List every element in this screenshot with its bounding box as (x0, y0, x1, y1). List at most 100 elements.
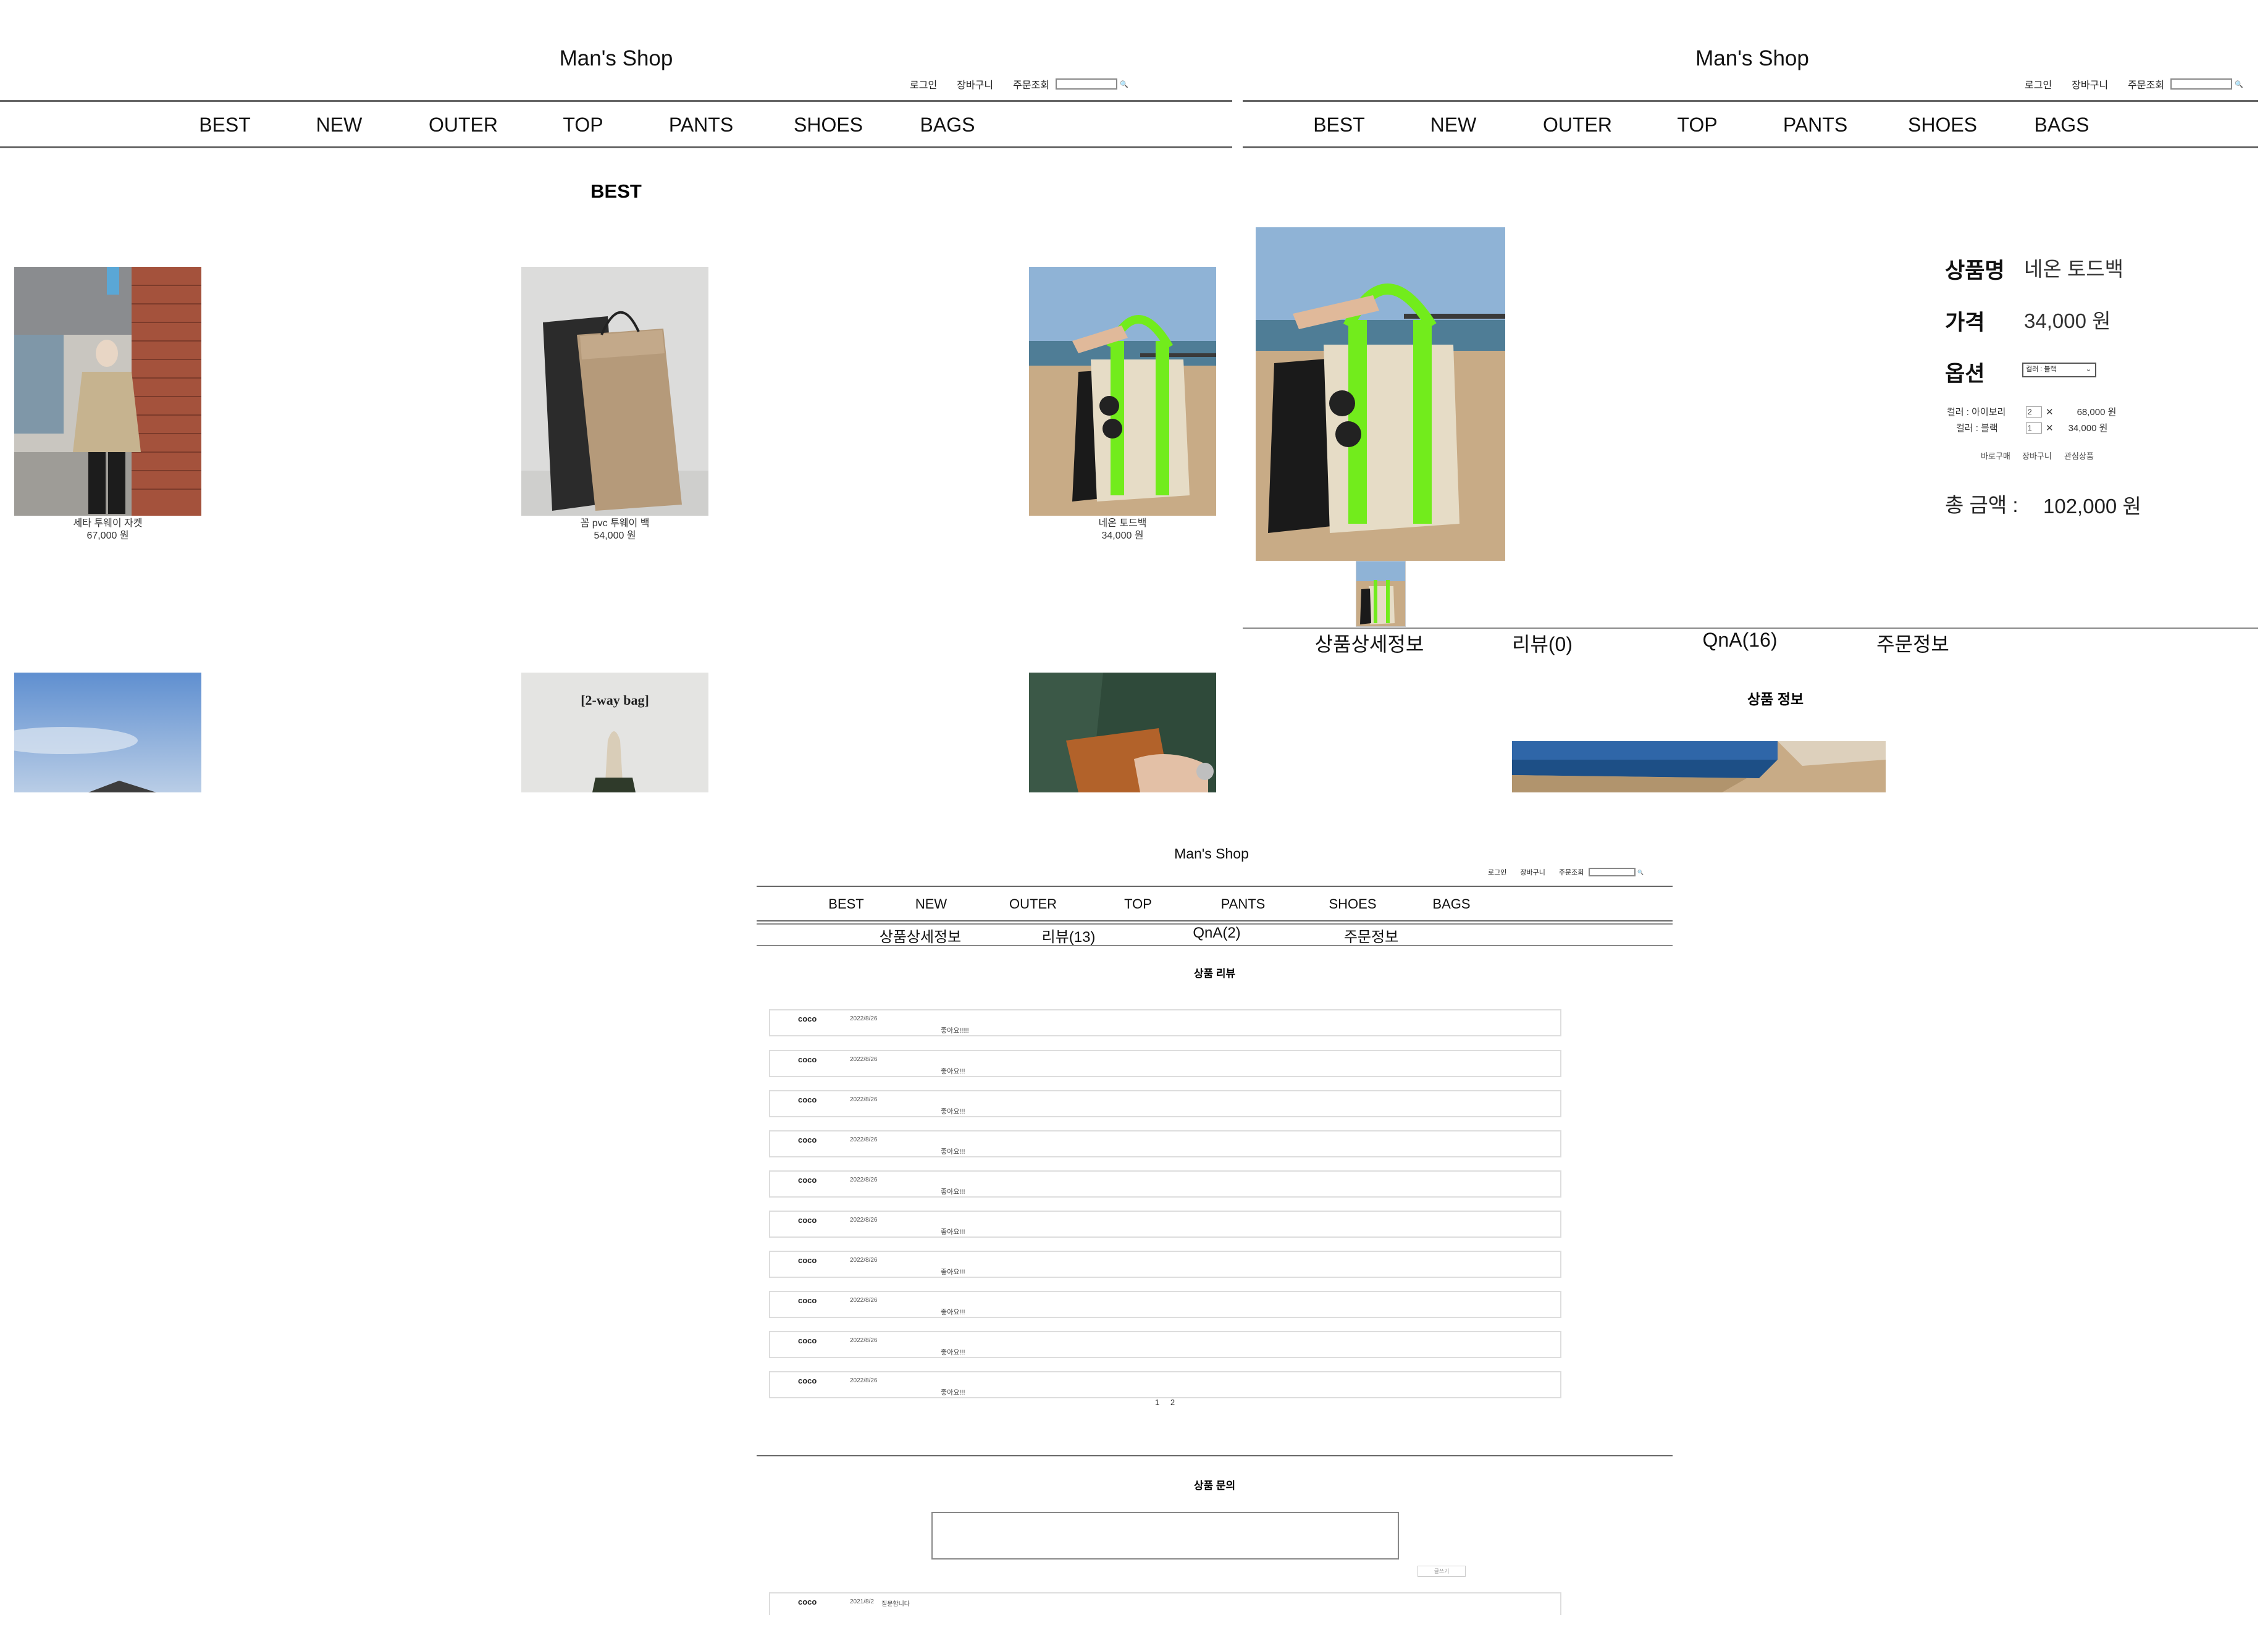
wishlist-button[interactable]: 관심상품 (2064, 450, 2094, 461)
review-user: coco (798, 1336, 817, 1345)
main-nav: BEST NEW OUTER TOP PANTS SHOES BAGS (812, 896, 1492, 912)
review-text[interactable]: 좋아요!!! (941, 1227, 965, 1236)
section-title-best: BEST (590, 180, 642, 202)
util-bar: 로그인 장바구니 주문조회 🔍 (1488, 867, 1644, 877)
nav-new[interactable]: NEW (880, 896, 982, 912)
nav-bottom-divider (0, 146, 1232, 148)
search-icon[interactable]: 🔍 (1637, 870, 1644, 875)
product-image-leather[interactable] (1029, 673, 1216, 792)
tab-qna[interactable]: QnA(2) (1155, 925, 1279, 946)
nav-bags[interactable]: BAGS (2012, 114, 2111, 136)
cart-link[interactable]: 장바구니 (1520, 867, 1545, 877)
cart-link[interactable]: 장바구니 (2072, 77, 2108, 91)
review-text[interactable]: 좋아요!!! (941, 1387, 965, 1397)
remove-option-icon[interactable]: ✕ (2046, 406, 2054, 418)
nav-pants[interactable]: PANTS (644, 114, 758, 136)
qna-text[interactable]: 질문합니다 (881, 1598, 910, 1608)
review-text[interactable]: 좋아요!!! (941, 1307, 965, 1317)
nav-outer[interactable]: OUTER (982, 896, 1084, 912)
nav-best[interactable]: BEST (812, 896, 880, 912)
selected-option-price: 68,000 원 (2077, 407, 2117, 418)
buy-now-button[interactable]: 바로구매 (1981, 450, 2010, 461)
search-icon[interactable]: 🔍 (2235, 80, 2243, 88)
brand-logo[interactable]: Man's Shop (1243, 46, 2268, 71)
nav-shoes[interactable]: SHOES (1873, 114, 2012, 136)
nav-outer[interactable]: OUTER (404, 114, 523, 136)
brand-logo[interactable]: Man's Shop (757, 846, 1673, 862)
login-link[interactable]: 로그인 (2025, 77, 2052, 91)
review-text[interactable]: 좋아요!!! (941, 1066, 965, 1076)
page-link-1[interactable]: 1 (1155, 1398, 1159, 1407)
search-icon[interactable]: 🔍 (1120, 80, 1128, 88)
product-image-jacket[interactable] (14, 267, 201, 516)
product-image-sky[interactable] (14, 673, 201, 792)
review-text[interactable]: 좋아요!!! (941, 1186, 965, 1196)
quantity-stepper[interactable]: 2 (2026, 406, 2042, 418)
tab-reviews[interactable]: 리뷰(0) (1447, 629, 1638, 657)
product-main-image (1256, 227, 1505, 561)
nav-top[interactable]: TOP (523, 114, 644, 136)
total-label: 총 금액 : (1945, 493, 2018, 516)
review-text[interactable]: 좋아요!!! (941, 1106, 965, 1116)
review-row: coco 2022/8/26 좋아요!!! (769, 1050, 1561, 1077)
selected-option-label: 컬러 : 아이보리 (1947, 407, 2006, 418)
review-row: coco 2022/8/26 좋아요!!!!! (769, 1009, 1561, 1036)
product-name[interactable]: 세타 투웨이 자켓 (14, 518, 201, 530)
page-link-2[interactable]: 2 (1170, 1398, 1175, 1407)
order-lookup-link[interactable]: 주문조회 (1013, 77, 1049, 91)
nav-pants[interactable]: PANTS (1758, 114, 1873, 136)
tab-qna[interactable]: QnA(16) (1638, 629, 1842, 657)
nav-new[interactable]: NEW (1388, 114, 1518, 136)
option-select[interactable]: 컬러 : 블랙 ⌄ (2022, 363, 2096, 377)
nav-best[interactable]: BEST (1290, 114, 1388, 136)
review-text[interactable]: 좋아요!!! (941, 1146, 965, 1156)
review-text[interactable]: 좋아요!!! (941, 1347, 965, 1357)
nav-best[interactable]: BEST (175, 114, 274, 136)
search-input[interactable] (2170, 78, 2232, 90)
nav-top[interactable]: TOP (1637, 114, 1758, 136)
remove-option-icon[interactable]: ✕ (2046, 422, 2054, 434)
cart-link[interactable]: 장바구니 (957, 77, 993, 91)
review-date: 2022/8/26 (850, 1136, 878, 1143)
add-to-cart-button[interactable]: 장바구니 (2022, 450, 2052, 461)
nav-new[interactable]: NEW (274, 114, 404, 136)
tab-order-info[interactable]: 주문정보 (1279, 925, 1464, 946)
nav-shoes[interactable]: SHOES (758, 114, 898, 136)
quantity-stepper[interactable]: 1 (2026, 422, 2042, 434)
search-input[interactable] (1055, 78, 1117, 90)
review-user: coco (798, 1215, 817, 1225)
nav-bags[interactable]: BAGS (1411, 896, 1492, 912)
review-date: 2022/8/26 (850, 1297, 878, 1304)
qna-submit-button[interactable]: 글쓰기 (1418, 1566, 1466, 1577)
product-image-2way-bag[interactable]: [2-way bag] (521, 673, 708, 792)
order-lookup-link[interactable]: 주문조회 (2128, 77, 2164, 91)
product-image-pvc-bag[interactable] (521, 267, 708, 516)
selected-option-row: 컬러 : 아이보리 2 ✕ 68,000 원 (1947, 405, 2116, 418)
tab-product-detail[interactable]: 상품상세정보 (1292, 629, 1447, 657)
login-link[interactable]: 로그인 (1488, 867, 1506, 877)
product-name[interactable]: 꼼 pvc 투웨이 백 (521, 518, 708, 530)
section-title-product-info: 상품 정보 (1747, 691, 1804, 707)
qna-textarea[interactable] (931, 1512, 1399, 1560)
tab-reviews[interactable]: 리뷰(13) (982, 925, 1155, 946)
tab-order-info[interactable]: 주문정보 (1842, 629, 1984, 657)
order-lookup-link[interactable]: 주문조회 (1559, 867, 1584, 877)
review-text[interactable]: 좋아요!!! (941, 1267, 965, 1277)
search-input[interactable] (1589, 868, 1636, 876)
product-thumbnail[interactable] (1356, 561, 1406, 627)
nav-top[interactable]: TOP (1084, 896, 1192, 912)
product-name[interactable]: 네온 토드백 (1029, 518, 1216, 530)
tab-product-detail[interactable]: 상품상세정보 (859, 925, 982, 946)
nav-outer[interactable]: OUTER (1518, 114, 1637, 136)
review-text[interactable]: 좋아요!!!!! (941, 1025, 969, 1035)
nav-bags[interactable]: BAGS (898, 114, 997, 136)
nav-shoes[interactable]: SHOES (1294, 896, 1411, 912)
total-amount: 102,000 원 (2043, 495, 2141, 518)
nav-bottom-divider (1243, 146, 2258, 148)
review-user: coco (798, 1175, 817, 1185)
product-caption: 꼼 pvc 투웨이 백 54,000 원 (521, 518, 708, 542)
product-image-neon-tote[interactable] (1029, 267, 1216, 516)
nav-pants[interactable]: PANTS (1192, 896, 1294, 912)
brand-logo[interactable]: Man's Shop (0, 46, 1232, 71)
login-link[interactable]: 로그인 (910, 77, 937, 91)
